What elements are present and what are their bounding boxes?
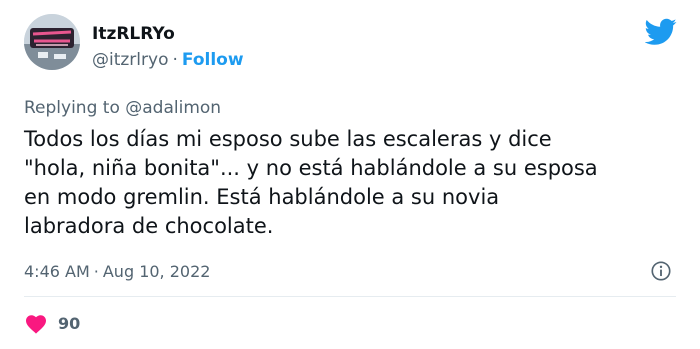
heart-icon[interactable]: [24, 312, 48, 334]
info-icon[interactable]: [650, 260, 672, 282]
tweet-card: ItzRLRYo @itzrlryo · Follow Replying to @a…: [0, 0, 700, 349]
avatar[interactable]: [24, 14, 80, 70]
divider: [24, 296, 676, 297]
tweet-date: Aug 10, 2022: [102, 262, 211, 281]
tweet-text-line: en modo gremlin. Está hablándole a su no…: [24, 185, 500, 209]
author-handle[interactable]: @itzrlryo: [92, 50, 168, 70]
like-count: 90: [58, 313, 81, 333]
reply-mention-link[interactable]: @adalimon: [125, 98, 221, 118]
tweet-text: Todos los días mi esposo sube las escale…: [24, 125, 684, 241]
author-name[interactable]: ItzRLRYo: [92, 24, 175, 44]
twitter-bird-icon[interactable]: [645, 18, 677, 46]
author-handle-line: @itzrlryo · Follow: [92, 50, 244, 70]
tweet-timestamp[interactable]: 4:46 AM · Aug 10, 2022: [24, 262, 210, 281]
replying-to: Replying to @adalimon: [24, 98, 221, 118]
tweet-text-line: Todos los días mi esposo sube las escale…: [24, 127, 552, 151]
handle-separator: ·: [172, 50, 178, 70]
tweet-time: 4:46 AM: [24, 262, 90, 281]
like-action[interactable]: 90: [24, 312, 80, 334]
follow-button[interactable]: Follow: [182, 50, 244, 70]
tweet-text-line: "hola, niña bonita"... y no está hablánd…: [24, 156, 598, 180]
replying-to-prefix: Replying to: [24, 98, 120, 118]
tweet-text-line: labradora de chocolate.: [24, 214, 274, 238]
avatar-image: [24, 14, 80, 70]
timestamp-separator: ·: [93, 262, 99, 281]
